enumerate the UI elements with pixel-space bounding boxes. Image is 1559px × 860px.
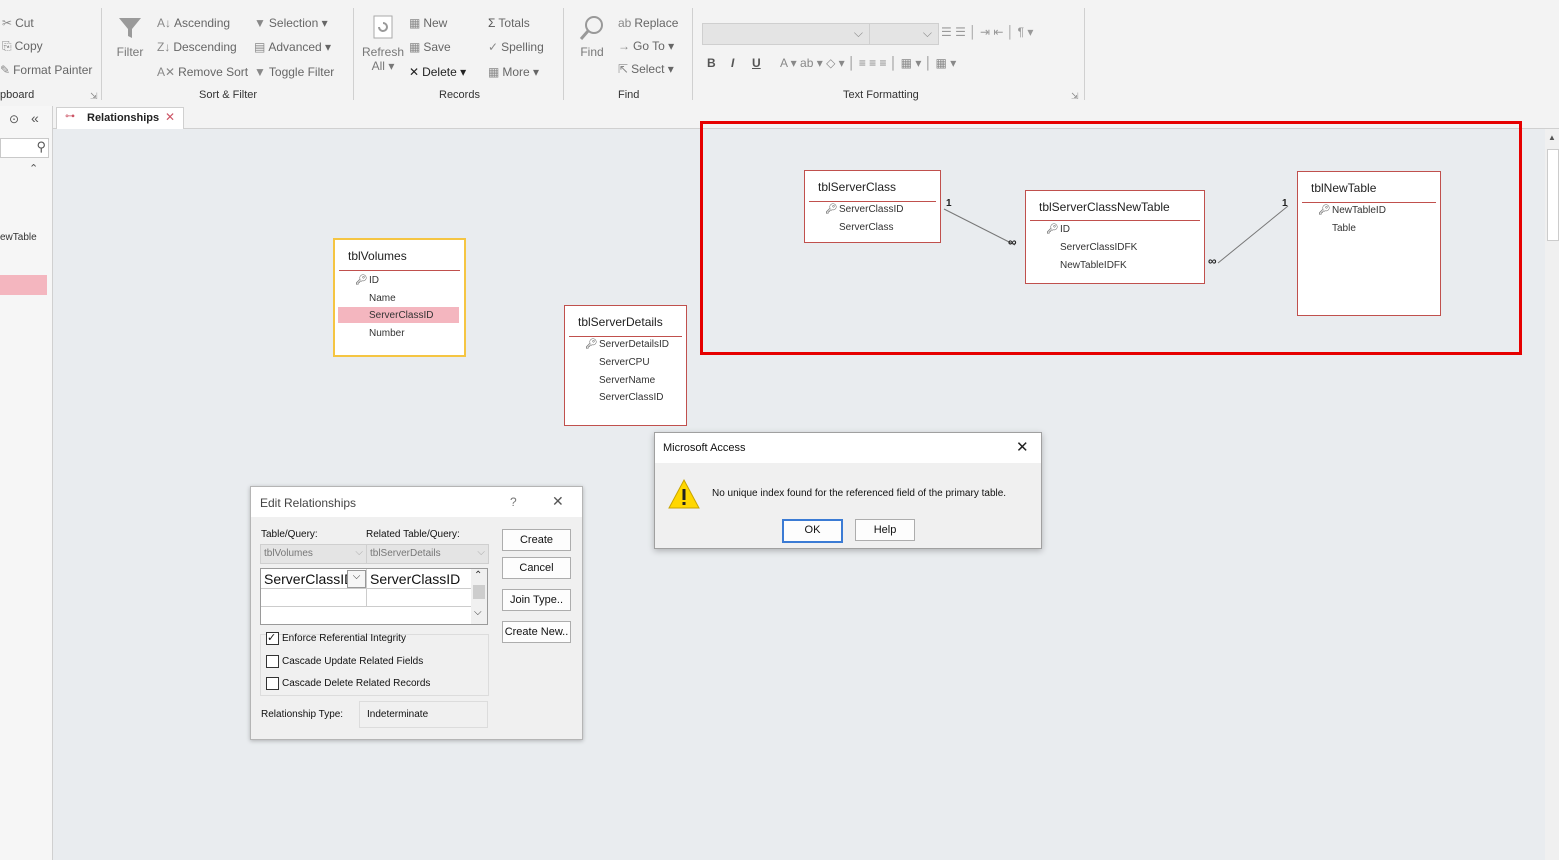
chevron-up-icon[interactable]: ⌃ <box>474 570 482 581</box>
primary-key-icon: 🔑︎ <box>585 339 598 350</box>
field-mapping-grid: ServerClassID ⌵ ServerClassID ⌃ ⌵ <box>260 568 488 625</box>
divider <box>339 270 460 271</box>
warning-icon <box>668 478 700 509</box>
cancel-button[interactable]: Cancel <box>502 557 571 579</box>
field-item[interactable]: ServerClassID <box>599 392 663 403</box>
table-title: tblServerClass <box>818 180 897 194</box>
primary-key-icon: 🔑︎ <box>825 204 838 215</box>
create-new-button[interactable]: Create New.. <box>502 621 571 643</box>
related-table-label: Related Table/Query: <box>366 529 460 540</box>
create-button[interactable]: Create <box>502 529 571 551</box>
chevron-down-icon: ⌵ <box>355 547 363 558</box>
divider <box>809 201 936 202</box>
chevron-down-icon[interactable]: ⌵ <box>347 570 366 588</box>
many-side-marker: ∞ <box>1008 235 1017 249</box>
dialog-title: Microsoft Access <box>663 442 746 454</box>
chevron-down-icon[interactable]: ⌵ <box>474 607 482 618</box>
relationship-type-value-box: Indeterminate <box>359 701 488 728</box>
table-volumes[interactable]: tblVolumes 🔑︎ ID Name ServerClassID Numb… <box>333 238 466 357</box>
field-item[interactable]: ID <box>369 275 379 286</box>
field-item[interactable]: ServerClassID <box>839 204 903 215</box>
table-title: tblServerDetails <box>578 315 663 329</box>
table-server-details[interactable]: tblServerDetails 🔑︎ ServerDetailsID Serv… <box>564 305 687 426</box>
enforce-integrity-label: Enforce Referential Integrity <box>282 633 406 644</box>
table-server-class-new-table[interactable]: tblServerClassNewTable 🔑︎ ID ServerClass… <box>1025 190 1205 284</box>
field-item[interactable]: ID <box>1060 224 1070 235</box>
many-side-marker: ∞ <box>1208 254 1217 268</box>
primary-key-icon: 🔑︎ <box>1318 205 1331 216</box>
table-query-select[interactable]: tblVolumes ⌵ <box>260 544 367 564</box>
relationship-type-value: Indeterminate <box>367 709 429 720</box>
field-item[interactable]: ServerClassIDFK <box>1060 242 1137 253</box>
cascade-update-label: Cascade Update Related Fields <box>282 656 424 667</box>
error-message-text: No unique index found for the referenced… <box>712 488 1007 499</box>
edit-relationships-dialog: Edit Relationships ? ✕ Table/Query: Rela… <box>250 486 583 740</box>
close-icon[interactable]: ✕ <box>1016 438 1029 456</box>
one-side-marker: 1 <box>1282 198 1288 209</box>
divider <box>1030 220 1200 221</box>
dialog-titlebar: Edit Relationships ? ✕ <box>251 487 582 517</box>
cascade-delete-checkbox[interactable] <box>266 677 279 690</box>
checkmark-icon: ✓ <box>267 632 277 644</box>
enforce-integrity-checkbox[interactable]: ✓ <box>266 632 279 645</box>
dialog-titlebar: Microsoft Access ✕ <box>655 433 1041 463</box>
help-icon[interactable]: ? <box>510 495 517 509</box>
field-item[interactable]: Number <box>369 328 405 339</box>
table-title: tblServerClassNewTable <box>1039 200 1170 214</box>
empty-field-cell[interactable] <box>261 589 367 607</box>
field-item[interactable]: NewTableIDFK <box>1060 260 1127 271</box>
grid-scrollbar[interactable]: ⌃ ⌵ <box>471 569 487 624</box>
field-item[interactable]: Name <box>369 293 396 304</box>
cascade-delete-label: Cascade Delete Related Records <box>282 678 431 689</box>
field-item[interactable]: ServerClassID <box>369 310 433 321</box>
table-title: tblNewTable <box>1311 181 1377 195</box>
table-new-table[interactable]: tblNewTable 🔑︎ NewTableID Table <box>1297 171 1441 316</box>
join-type-button[interactable]: Join Type.. <box>502 589 571 611</box>
dialog-title: Edit Relationships <box>260 496 357 510</box>
one-side-marker: 1 <box>946 198 952 209</box>
field-item[interactable]: NewTableID <box>1332 205 1386 216</box>
close-icon[interactable]: ✕ <box>552 493 564 510</box>
relationship-type-label: Relationship Type: <box>261 709 344 720</box>
table-server-class[interactable]: tblServerClass 🔑︎ ServerClassID ServerCl… <box>804 170 941 243</box>
field-item[interactable]: ServerClass <box>839 222 893 233</box>
field-item[interactable]: ServerName <box>599 375 655 386</box>
ok-button[interactable]: OK <box>782 519 843 543</box>
scrollbar-thumb[interactable] <box>473 585 485 599</box>
field-item[interactable]: ServerCPU <box>599 357 650 368</box>
help-button[interactable]: Help <box>855 519 915 541</box>
chevron-down-icon: ⌵ <box>477 547 485 558</box>
divider <box>1302 202 1436 203</box>
field-item[interactable]: ServerDetailsID <box>599 339 669 350</box>
primary-key-icon: 🔑︎ <box>355 275 368 286</box>
empty-field-cell[interactable] <box>367 589 471 607</box>
primary-key-icon: 🔑︎ <box>1046 224 1059 235</box>
field-item[interactable]: Table <box>1332 223 1356 234</box>
cascade-update-checkbox[interactable] <box>266 655 279 668</box>
divider <box>569 336 682 337</box>
related-table-select[interactable]: tblServerDetails ⌵ <box>366 544 489 564</box>
error-message-dialog: Microsoft Access ✕ No unique index found… <box>654 432 1042 549</box>
table-title: tblVolumes <box>348 249 407 263</box>
table-query-label: Table/Query: <box>261 529 318 540</box>
right-field-cell[interactable]: ServerClassID <box>367 569 471 589</box>
